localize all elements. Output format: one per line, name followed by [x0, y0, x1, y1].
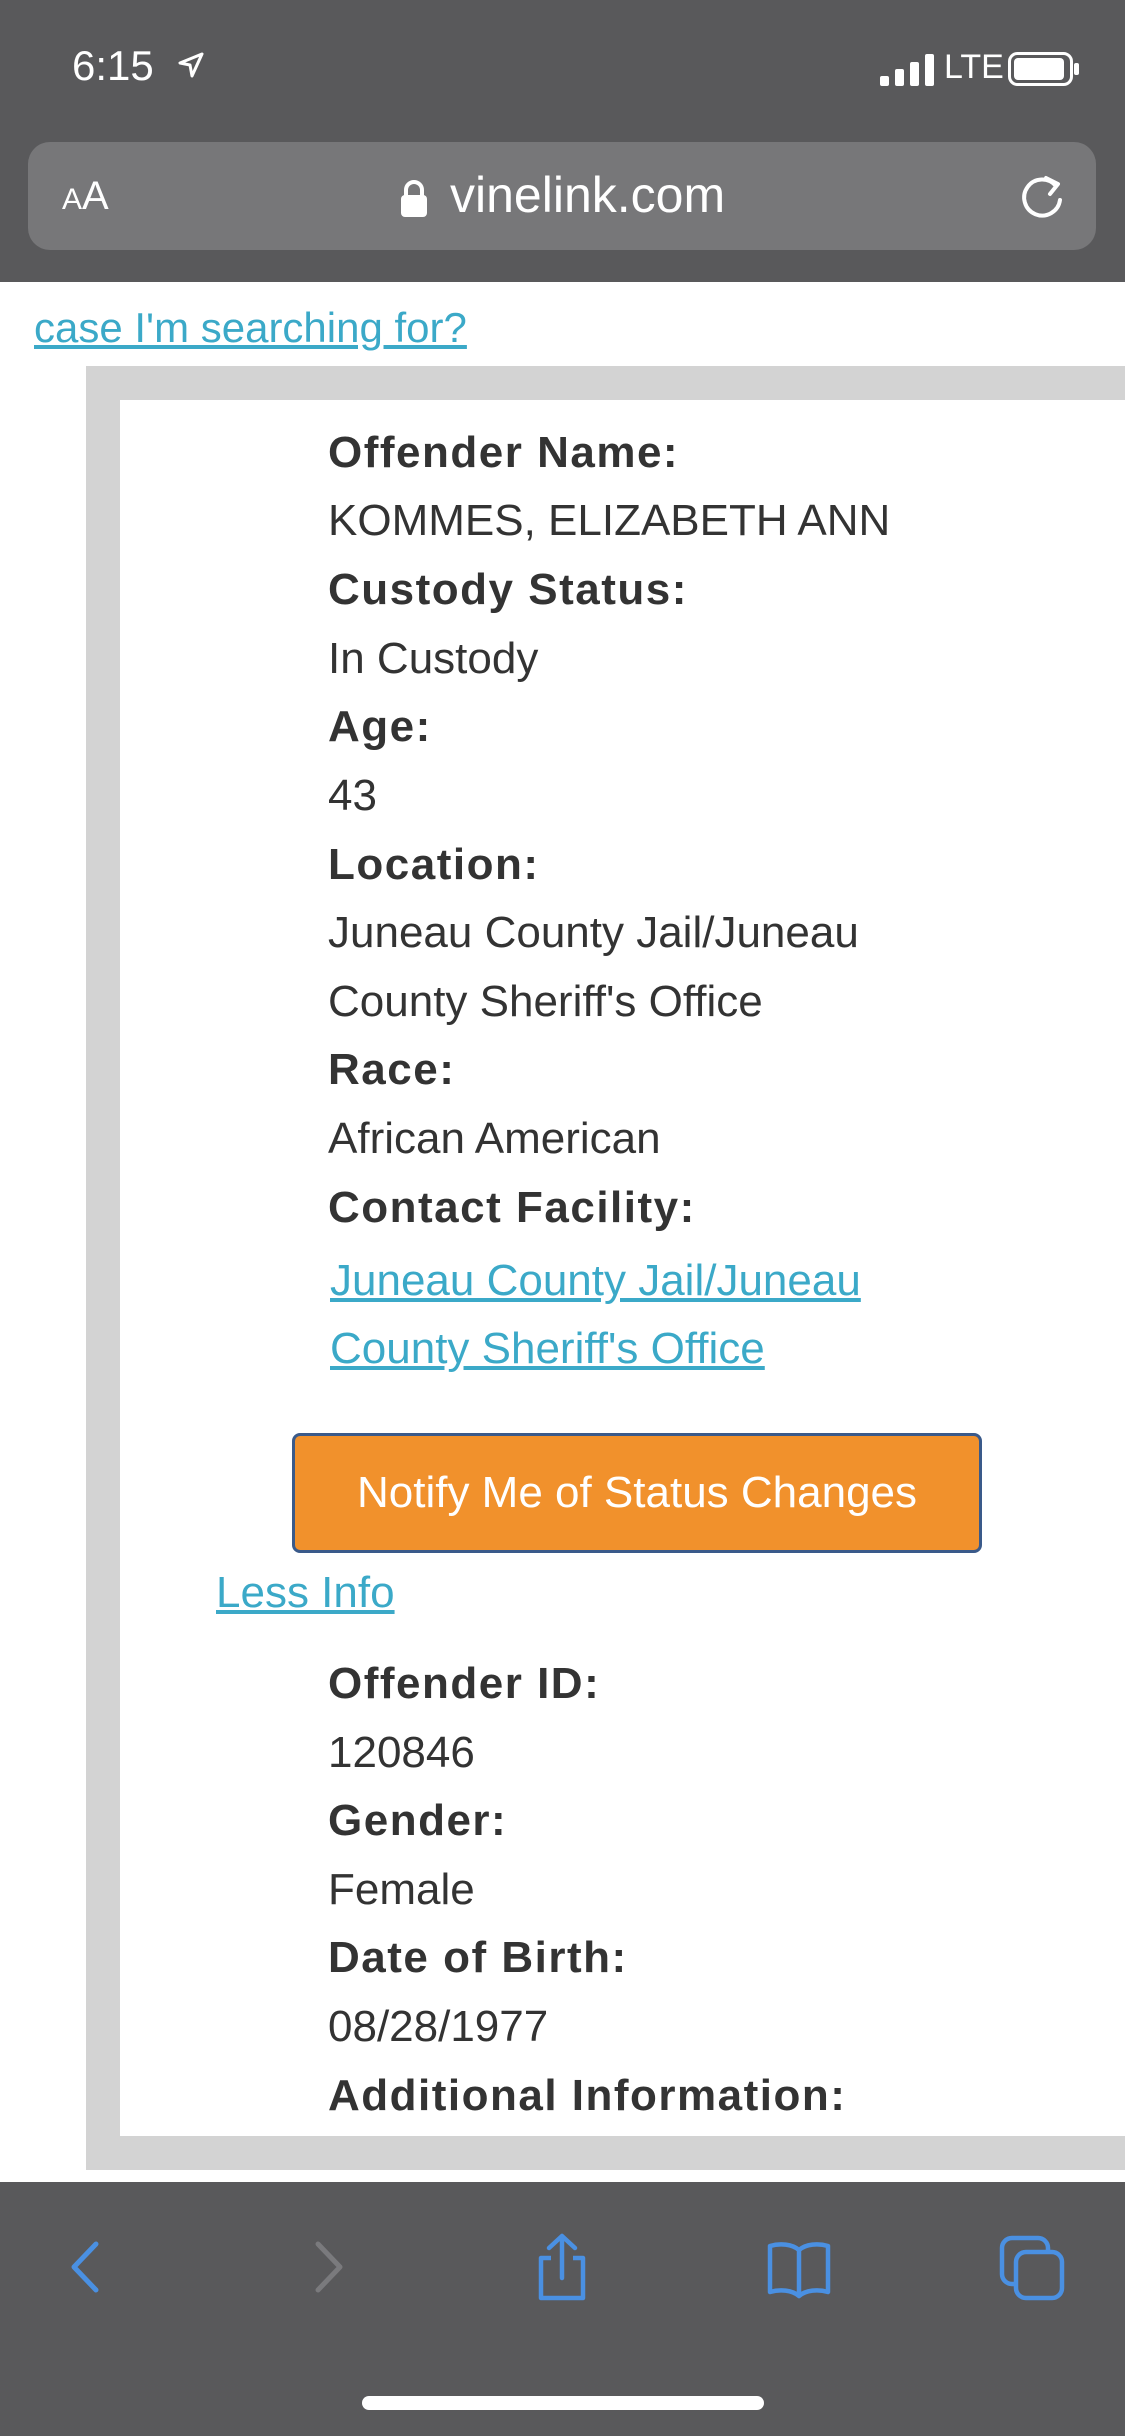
race-label: Race: [328, 1045, 456, 1094]
location-label: Location: [328, 840, 540, 889]
page-content: case I'm searching for? Offender Name: K… [0, 282, 1125, 2182]
gender-value: Female [328, 1865, 475, 1914]
status-bar: 6:15 LTE [0, 0, 1125, 136]
tabs-icon[interactable] [998, 2232, 1068, 2302]
location-arrow-icon [178, 52, 204, 78]
bookmarks-icon[interactable] [764, 2232, 834, 2302]
notify-status-changes-button[interactable]: Notify Me of Status Changes [292, 1433, 982, 1553]
reload-icon[interactable] [1016, 172, 1068, 224]
offender-id-value: 120846 [328, 1728, 475, 1777]
gender-label: Gender: [328, 1796, 508, 1845]
case-search-link[interactable]: case I'm searching for? [34, 304, 467, 352]
offender-name-value: KOMMES, ELIZABETH ANN [328, 496, 891, 545]
signal-bars-icon [880, 54, 934, 86]
share-icon[interactable] [527, 2232, 597, 2302]
date-of-birth-label: Date of Birth: [328, 1933, 628, 1982]
date-of-birth-value: 08/28/1977 [328, 2002, 549, 2051]
browser-address-area: AA vinelink.com [0, 136, 1125, 282]
offender-details-card: Offender Name: KOMMES, ELIZABETH ANN Cus… [120, 400, 1125, 2136]
custody-status-label: Custody Status: [328, 565, 688, 614]
contact-facility-link-line-1[interactable]: Juneau County Jail/Juneau [330, 1256, 861, 1306]
contact-facility-label: Contact Facility: [328, 1183, 696, 1232]
offender-name-label: Offender Name: [328, 428, 680, 477]
race-value: African American [328, 1114, 661, 1163]
age-value: 43 [328, 771, 377, 820]
age-label: Age: [328, 702, 432, 751]
home-indicator[interactable] [362, 2396, 764, 2410]
back-icon[interactable] [52, 2232, 122, 2302]
battery-icon [1008, 52, 1079, 86]
additional-information-label: Additional Information: [328, 2071, 847, 2120]
offender-id-label: Offender ID: [328, 1659, 601, 1708]
url-domain[interactable]: vinelink.com [450, 166, 725, 224]
text-size-button[interactable]: AA [62, 174, 109, 219]
location-value-line-1: Juneau County Jail/Juneau [328, 908, 859, 957]
less-info-link[interactable]: Less Info [216, 1568, 395, 1618]
status-time: 6:15 [72, 42, 154, 89]
custody-status-value: In Custody [328, 634, 539, 683]
location-value-line-2: County Sheriff's Office [328, 977, 763, 1026]
forward-icon[interactable] [292, 2232, 362, 2302]
network-type: LTE [944, 48, 1004, 86]
offender-card-frame: Offender Name: KOMMES, ELIZABETH ANN Cus… [86, 366, 1125, 2170]
address-bar[interactable]: AA vinelink.com [28, 142, 1096, 250]
contact-facility-link-line-2[interactable]: County Sheriff's Office [330, 1324, 765, 1374]
lock-icon [401, 180, 427, 217]
